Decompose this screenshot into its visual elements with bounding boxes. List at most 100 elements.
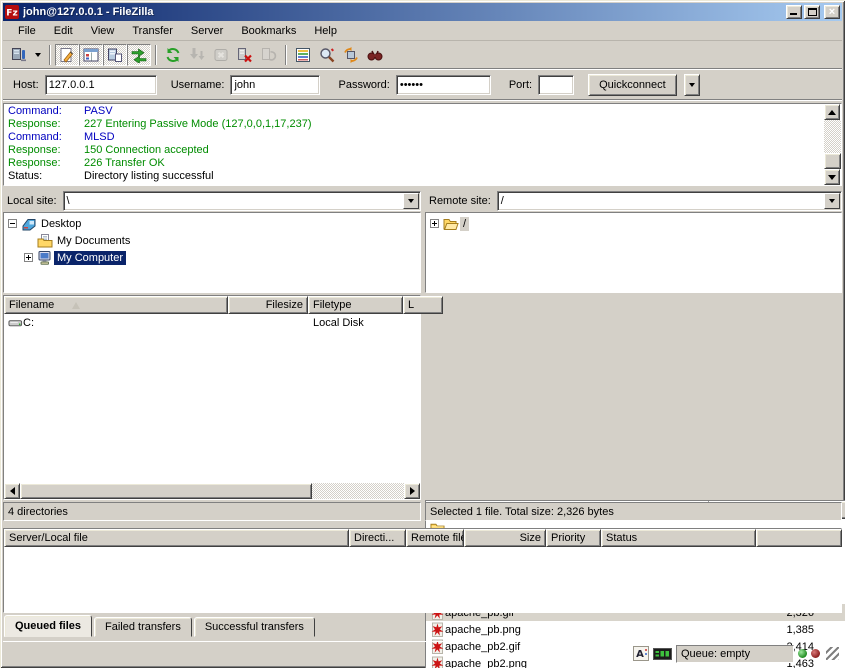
column-header-status[interactable]: Status (601, 529, 756, 547)
column-header-remote-file[interactable]: Remote file (406, 529, 464, 547)
desktop-icon (21, 216, 38, 232)
file-size (228, 314, 308, 331)
documents-icon (37, 233, 54, 249)
toggle-message-log-button[interactable] (55, 44, 79, 66)
host-input[interactable] (45, 75, 157, 95)
menu-item-file[interactable]: File (9, 23, 45, 39)
separator-line (3, 99, 842, 101)
message-log: Command:PASVResponse:227 Entering Passiv… (3, 103, 842, 186)
menu-item-view[interactable]: View (82, 23, 124, 39)
column-header-filetype[interactable]: Filetype (308, 296, 403, 314)
column-header-size[interactable]: Size (464, 529, 546, 547)
password-input[interactable] (396, 75, 491, 95)
arrow-right-icon (410, 487, 415, 495)
file-name: apache_pb.png (445, 624, 521, 636)
green-led-icon (798, 649, 807, 658)
close-button[interactable]: × (824, 5, 840, 19)
local-site-label: Local site: (3, 195, 63, 207)
column-header-l[interactable]: L (403, 296, 443, 314)
column-header-directi-[interactable]: Directi... (349, 529, 406, 547)
site-manager-button[interactable] (7, 44, 31, 66)
log-line: Status:Directory listing successful (8, 170, 824, 183)
tab-successful-transfers[interactable]: Successful transfers (194, 617, 315, 637)
maximize-button[interactable] (804, 5, 820, 19)
scroll-track[interactable] (312, 483, 404, 499)
scroll-thumb[interactable] (824, 153, 841, 169)
column-header-server-local-file[interactable]: Server/Local file (4, 529, 349, 547)
tree-item[interactable]: My Computer (4, 249, 420, 266)
disconnect-button[interactable] (233, 44, 257, 66)
title-bar: Fz john@127.0.0.1 - FileZilla × (3, 3, 842, 21)
port-input[interactable] (538, 75, 574, 95)
synchronized-browsing-button[interactable] (339, 44, 363, 66)
chevron-down-icon (35, 53, 41, 57)
toggle-remote-tree-button[interactable] (103, 44, 127, 66)
tree-item-label: / (460, 217, 469, 231)
quickconnect-button[interactable]: Quickconnect (588, 74, 677, 96)
find-files-button[interactable] (363, 44, 387, 66)
remote-site-combo[interactable]: / (497, 191, 842, 211)
directory-filters-button[interactable] (291, 44, 315, 66)
remote-site-row: Remote site: / (425, 190, 842, 211)
quickconnect-dropdown-button[interactable] (684, 74, 700, 96)
toggle-transfer-queue-button[interactable] (127, 44, 151, 66)
column-header-label: Directi... (354, 532, 394, 544)
username-input[interactable] (230, 75, 320, 95)
scroll-right-button[interactable] (404, 483, 420, 499)
log-line-text: 227 Entering Passive Mode (127,0,0,1,17,… (84, 118, 311, 131)
file-row[interactable]: C: Local Disk (4, 314, 420, 331)
queue-list-body (4, 547, 841, 612)
chevron-down-icon (829, 199, 835, 203)
minimize-icon (790, 13, 797, 15)
folder-open-icon (443, 217, 460, 231)
refresh-button[interactable] (161, 44, 185, 66)
scroll-thumb[interactable] (20, 483, 312, 499)
local-site-dropdown[interactable] (403, 193, 419, 209)
menu-item-transfer[interactable]: Transfer (123, 23, 182, 39)
resize-grip[interactable] (826, 647, 839, 660)
menu-item-bookmarks[interactable]: Bookmarks (232, 23, 305, 39)
column-header-label: Size (520, 532, 541, 544)
tree-item[interactable]: Desktop (4, 215, 420, 232)
column-header-label: Filename (9, 299, 54, 311)
directory-comparison-button[interactable] (315, 44, 339, 66)
tab-queued-files[interactable]: Queued files (4, 615, 92, 637)
log-line: Response:227 Entering Passive Mode (127,… (8, 118, 824, 131)
local-site-combo[interactable]: \ (63, 191, 421, 211)
menu-item-edit[interactable]: Edit (45, 23, 82, 39)
tab-label: Failed transfers (105, 621, 181, 633)
scroll-left-button[interactable] (4, 483, 20, 499)
speed-limit-indicator-icon (653, 648, 672, 660)
minimize-button[interactable] (786, 5, 802, 19)
tree-item-label: Desktop (38, 217, 84, 231)
column-header-priority[interactable]: Priority (546, 529, 601, 547)
tree-expander-plus[interactable] (430, 219, 439, 228)
tab-failed-transfers[interactable]: Failed transfers (94, 617, 192, 637)
tree-item[interactable]: / (426, 215, 841, 232)
tree-expander-minus[interactable] (8, 219, 17, 228)
scroll-track[interactable] (824, 120, 841, 153)
column-header-filesize[interactable]: Filesize (228, 296, 308, 314)
scroll-down-button[interactable] (824, 169, 840, 185)
remote-site-dropdown[interactable] (824, 193, 840, 209)
column-header-empty[interactable] (756, 529, 842, 547)
arrow-up-icon (828, 110, 836, 115)
log-scrollbar[interactable] (824, 104, 841, 185)
menu-item-server[interactable]: Server (182, 23, 232, 39)
local-horizontal-scrollbar[interactable] (4, 483, 420, 499)
filezilla-logo-icon: Fz (5, 5, 19, 19)
file-row[interactable]: apache_pb.png 1,385 (426, 621, 845, 638)
tree-item[interactable]: My Documents (4, 232, 420, 249)
tree-expander-plus[interactable] (24, 253, 33, 262)
menu-item-help[interactable]: Help (305, 23, 346, 39)
quickconnect-bar: Host: Username: Password: Port: Quickcon… (3, 70, 842, 100)
column-header-label: Filesize (266, 299, 303, 311)
chevron-down-icon (689, 83, 695, 87)
column-header-filename[interactable]: Filename (4, 296, 228, 314)
scroll-up-button[interactable] (824, 104, 840, 120)
site-manager-dropdown[interactable] (31, 44, 45, 66)
chevron-down-icon (408, 199, 414, 203)
arrow-left-icon (10, 487, 15, 495)
toggle-local-tree-button[interactable] (79, 44, 103, 66)
column-header-label: L (408, 299, 414, 311)
